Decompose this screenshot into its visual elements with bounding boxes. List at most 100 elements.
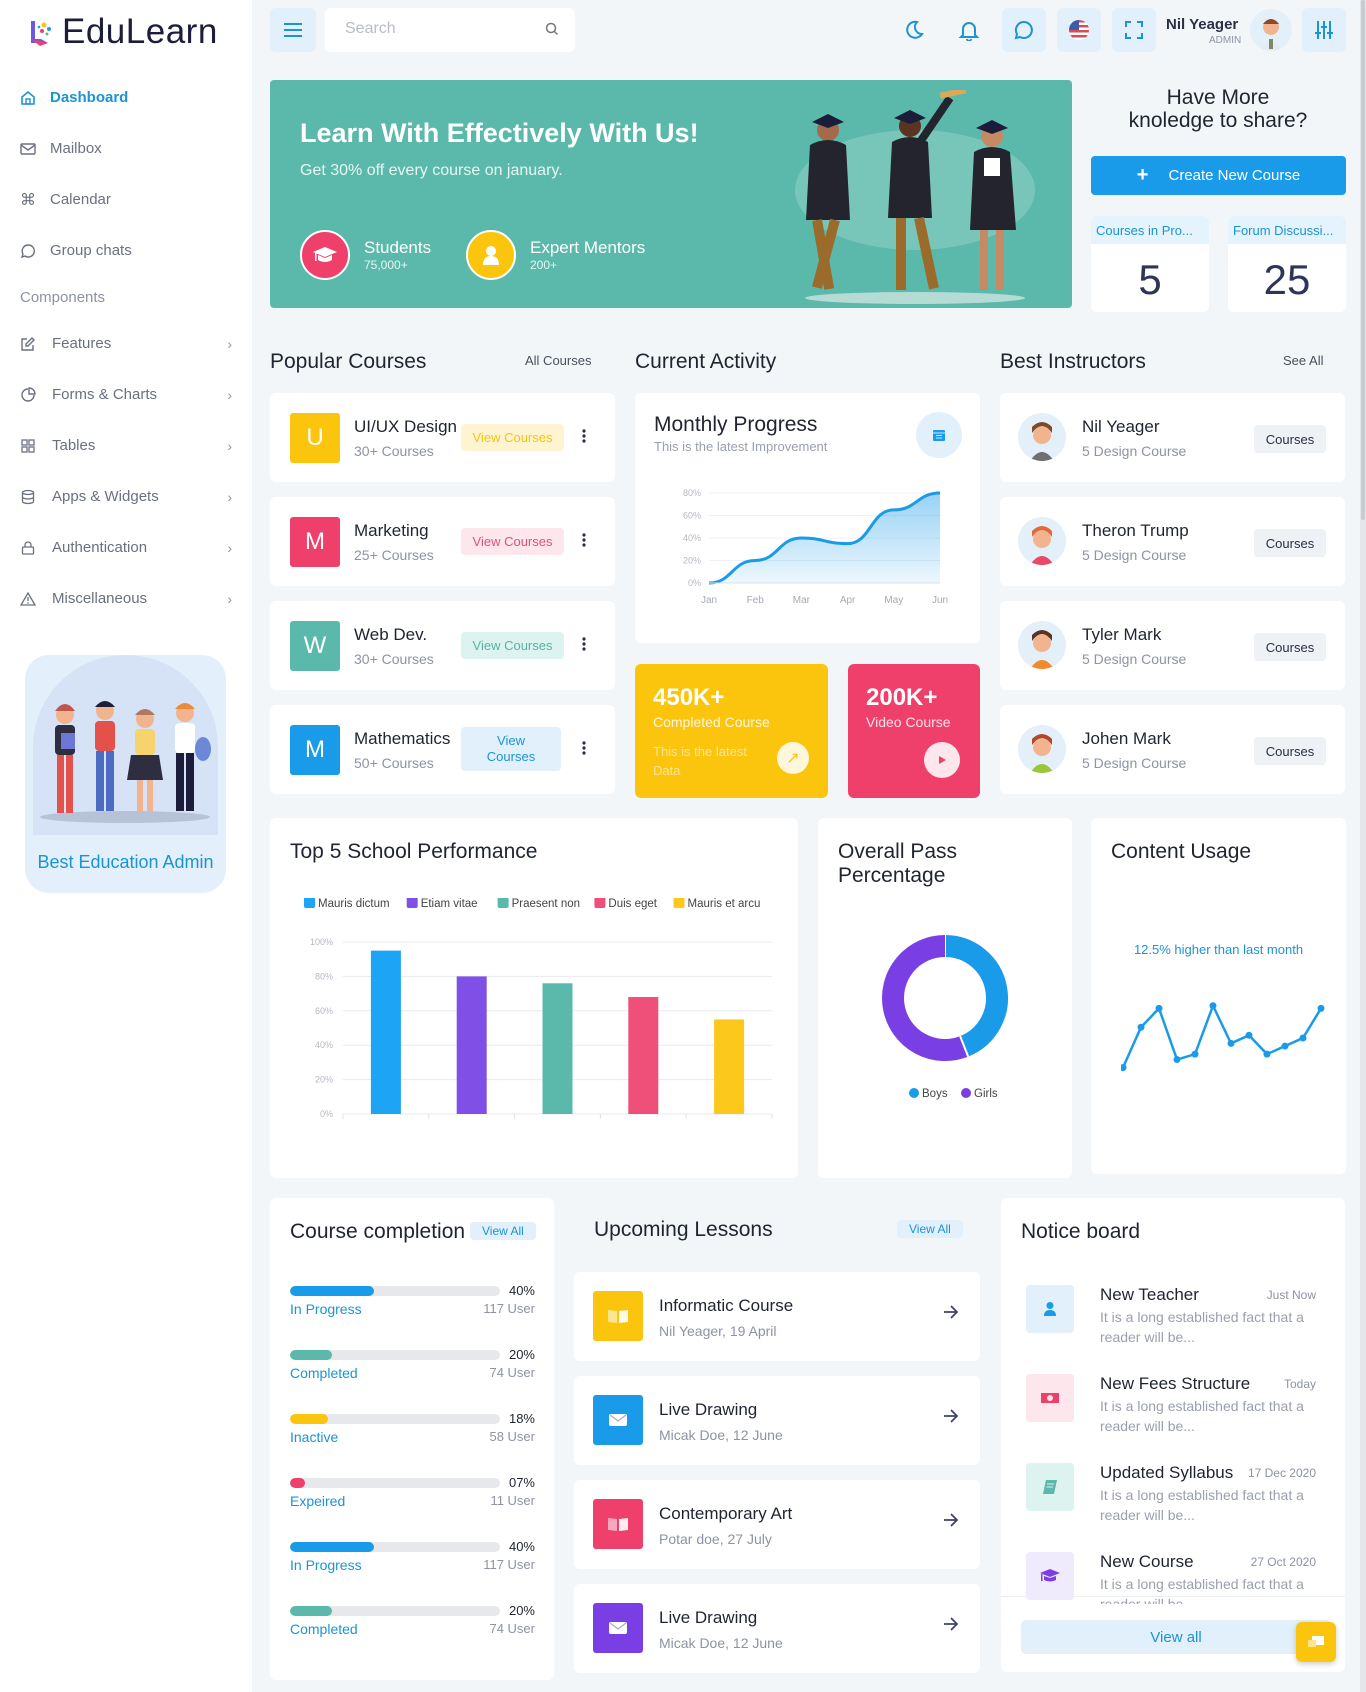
- language-button[interactable]: [1057, 8, 1101, 52]
- search-icon[interactable]: [545, 22, 559, 36]
- sidebar-item-label: Calendar: [50, 191, 111, 208]
- notifications-button[interactable]: [947, 8, 991, 52]
- best-instructors-title: Best Instructors: [1000, 350, 1146, 373]
- progress-fill: [290, 1414, 328, 1424]
- sidebar-item-label: Forms & Charts: [52, 386, 158, 403]
- arrow-right-icon[interactable]: [942, 1304, 960, 1325]
- warning-icon: [20, 591, 52, 607]
- logo[interactable]: EduLearn: [28, 12, 218, 52]
- search-box: [325, 8, 575, 52]
- course-card[interactable]: M Marketing 25+ Courses View Courses: [270, 497, 615, 586]
- notice-desc: It is a long established fact that a rea…: [1100, 1398, 1304, 1434]
- create-new-course-button[interactable]: + Create New Course: [1091, 156, 1346, 195]
- all-courses-link[interactable]: All Courses: [525, 353, 591, 368]
- lesson-card[interactable]: Live Drawing Micak Doe, 12 June: [574, 1376, 980, 1465]
- notice-item[interactable]: New Course 27 Oct 2020 It is a long establ…: [1026, 1544, 1316, 1629]
- sidebar-item-authentication[interactable]: Authentication ›: [20, 522, 232, 573]
- instructor-card[interactable]: Nil Yeager 5 Design Course Courses: [1000, 393, 1345, 482]
- sidebar-item-apps-widgets[interactable]: Apps & Widgets ›: [20, 471, 232, 522]
- lesson-card[interactable]: Contemporary Art Potar doe, 27 July: [574, 1480, 980, 1569]
- sidebar-item-forms-charts[interactable]: Forms & Charts ›: [20, 369, 232, 420]
- dark-mode-button[interactable]: [892, 8, 936, 52]
- page-scrollbar[interactable]: [1360, 0, 1366, 1692]
- see-all-link[interactable]: See All: [1283, 353, 1323, 368]
- settings-button[interactable]: [1302, 8, 1346, 52]
- upcoming-lessons-title: Upcoming Lessons: [594, 1218, 773, 1241]
- search-input[interactable]: [345, 20, 535, 38]
- school-performance-card: Top 5 School Performance Mauris dictum Et…: [270, 818, 798, 1178]
- course-completion-title: Course completion: [290, 1220, 466, 1243]
- course-completion-card: Course completion View All 40% In Progres…: [270, 1198, 554, 1680]
- sidebar-item-tables[interactable]: Tables ›: [20, 420, 232, 471]
- user-role: ADMIN: [1209, 35, 1242, 46]
- progress-fill: [290, 1286, 374, 1296]
- course-avatar: M: [290, 725, 340, 775]
- course-card[interactable]: M Mathematics 50+ Courses View Courses: [270, 705, 615, 794]
- sidebar-item-features[interactable]: Features ›: [20, 318, 232, 369]
- view-courses-button[interactable]: View Courses: [461, 424, 564, 451]
- sidebar-item-group-chats[interactable]: Group chats: [20, 225, 232, 276]
- courses-in-progress-card[interactable]: Courses in Pro... 5: [1091, 216, 1209, 312]
- instructor-courses-button[interactable]: Courses: [1254, 737, 1326, 765]
- more-options-icon[interactable]: [582, 741, 586, 760]
- sidebar-item-label: Group chats: [50, 242, 132, 259]
- arrow-right-icon[interactable]: [942, 1512, 960, 1533]
- view-courses-button[interactable]: View Courses: [461, 528, 564, 555]
- fullscreen-button[interactable]: [1112, 8, 1156, 52]
- notice-desc: It is a long established fact that a rea…: [1100, 1309, 1304, 1345]
- user-avatar[interactable]: [1250, 9, 1292, 51]
- us-flag-icon: [1069, 20, 1089, 40]
- usage-point: [1121, 1064, 1127, 1072]
- instructor-card[interactable]: Tyler Mark 5 Design Course Courses: [1000, 601, 1345, 690]
- lesson-detail: Micak Doe, 12 June: [659, 1427, 783, 1443]
- legend-label: Boys: [922, 1088, 948, 1100]
- course-card[interactable]: W Web Dev. 30+ Courses View Courses: [270, 601, 615, 690]
- instructor-courses-button[interactable]: Courses: [1254, 529, 1326, 557]
- instructor-card[interactable]: Johen Mark 5 Design Course Courses: [1000, 705, 1345, 794]
- sidebar-item-mailbox[interactable]: Mailbox: [20, 123, 232, 174]
- instructor-courses-button[interactable]: Courses: [1254, 633, 1326, 661]
- x-tick-label: Jun: [932, 595, 948, 606]
- course-card[interactable]: U UI/UX Design 30+ Courses View Courses: [270, 393, 615, 482]
- scrollbar-thumb[interactable]: [1361, 0, 1365, 520]
- instructor-courses-button[interactable]: Courses: [1254, 425, 1326, 453]
- sidebar-item-miscellaneous[interactable]: Miscellaneous ›: [20, 573, 232, 624]
- notice-item[interactable]: New Teacher Just Now It is a long establis…: [1026, 1277, 1316, 1362]
- more-options-icon[interactable]: [582, 533, 586, 552]
- arrow-up-right-icon[interactable]: ↗: [777, 742, 809, 774]
- course-completion-view-all[interactable]: View All: [470, 1222, 536, 1240]
- forum-discussions-card[interactable]: Forum Discussi... 25: [1228, 216, 1346, 312]
- arrow-right-icon[interactable]: [942, 1408, 960, 1429]
- calendar-button[interactable]: [916, 412, 962, 458]
- notice-item[interactable]: New Fees Structure Today It is a long esta…: [1026, 1366, 1316, 1451]
- notice-view-all-button[interactable]: View all: [1021, 1620, 1331, 1654]
- play-button[interactable]: [924, 742, 960, 778]
- messages-button[interactable]: [1002, 8, 1046, 52]
- lesson-card[interactable]: Live Drawing Micak Doe, 12 June: [574, 1584, 980, 1673]
- sidebar-item-label: Miscellaneous: [52, 590, 148, 607]
- progress-bar: [290, 1350, 500, 1360]
- menu-toggle-button[interactable]: [270, 8, 316, 52]
- lesson-detail: Nil Yeager, 19 April: [659, 1323, 777, 1339]
- user-name[interactable]: Nil Yeager: [1166, 16, 1238, 33]
- floating-action-button[interactable]: [1296, 1622, 1336, 1662]
- instructor-card[interactable]: Theron Trump 5 Design Course Courses: [1000, 497, 1345, 586]
- notice-item[interactable]: Updated Syllabus 17 Dec 2020 It is a long …: [1026, 1455, 1316, 1540]
- arrow-right-icon[interactable]: [942, 1616, 960, 1637]
- sidebar-section-components: Components: [20, 288, 106, 306]
- view-courses-button[interactable]: View Courses: [461, 632, 564, 659]
- bar: [370, 950, 401, 1114]
- instructor-name: Johen Mark: [1082, 729, 1171, 748]
- more-options-icon[interactable]: [582, 429, 586, 448]
- sidebar-item-dashboard[interactable]: Dashboard: [20, 72, 232, 123]
- more-options-icon[interactable]: [582, 637, 586, 656]
- hamburger-icon: [284, 23, 302, 37]
- upcoming-lessons-view-all[interactable]: View All: [897, 1220, 963, 1238]
- sidebar-item-calendar[interactable]: ⌘ Calendar: [20, 174, 232, 225]
- sidebar-item-label: Features: [52, 335, 112, 352]
- lesson-card[interactable]: Informatic Course Nil Yeager, 19 April: [574, 1272, 980, 1361]
- book-icon: [593, 1291, 643, 1341]
- sliders-icon: [1315, 21, 1333, 39]
- current-activity-title: Current Activity: [635, 350, 777, 373]
- view-courses-button[interactable]: View Courses: [461, 727, 561, 771]
